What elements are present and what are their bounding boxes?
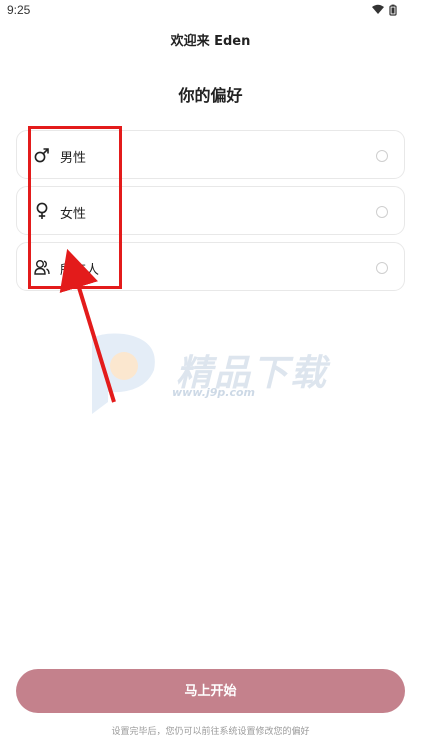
status-time: 9:25 [7,3,31,17]
page-title: 你的偏好 [178,86,243,105]
status-icons [372,4,397,16]
watermark: 精品下载 www.j9p.com [84,330,344,420]
footer-note: 设置完毕后，您仍可以前往系统设置修改您的偏好 [111,727,310,737]
status-bar: 9:25 [0,0,421,22]
annotation-highlight-box [28,126,122,289]
start-button[interactable]: 马上开始 [16,669,405,713]
app-title: 欢迎来 Eden [170,34,251,49]
option-radio[interactable] [376,206,388,218]
wifi-icon [372,4,384,14]
watermark-url: www.j9p.com [172,386,255,399]
battery-icon [389,4,397,16]
option-radio[interactable] [376,150,388,162]
option-radio[interactable] [376,262,388,274]
watermark-logo-icon [92,333,155,414]
